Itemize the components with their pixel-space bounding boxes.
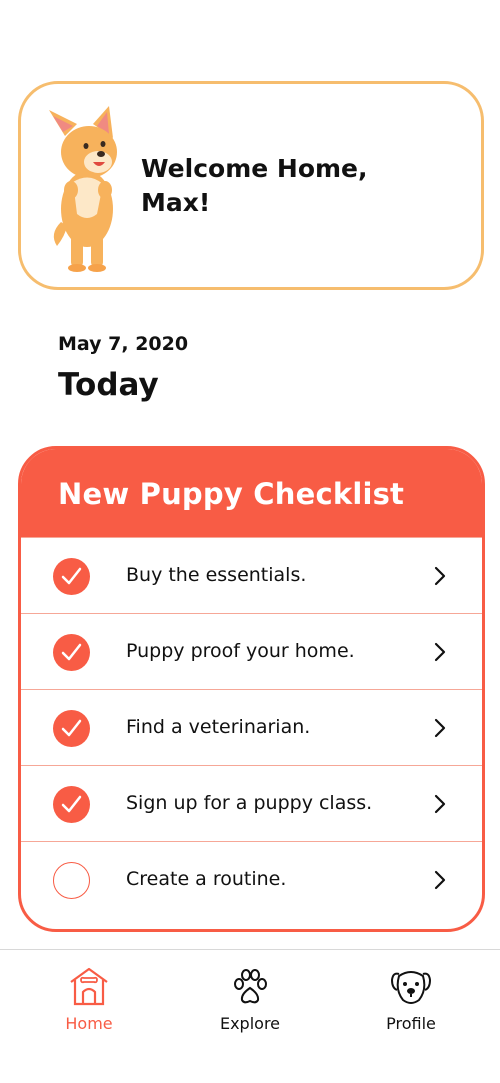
checklist-item[interactable]: Puppy proof your home. (21, 613, 482, 689)
checklist-card: New Puppy Checklist Buy the essentials. … (18, 446, 485, 932)
checklist-item[interactable]: Find a veterinarian. (21, 689, 482, 765)
checked-circle-icon[interactable] (53, 634, 90, 671)
welcome-message: Welcome Home, Max! (141, 154, 368, 217)
chevron-right-icon (434, 794, 446, 814)
doghouse-icon (70, 967, 108, 1006)
checklist-item-label: Sign up for a puppy class. (126, 792, 373, 814)
checklist-item-label: Buy the essentials. (126, 564, 307, 586)
chevron-right-icon (434, 566, 446, 586)
corgi-mascot-icon (49, 106, 117, 272)
checklist-item-label: Create a routine. (126, 868, 287, 890)
section-title: Today (58, 367, 159, 403)
checked-circle-icon[interactable] (53, 710, 90, 747)
nav-home[interactable]: Home (34, 966, 144, 1033)
nav-profile[interactable]: Profile (356, 966, 466, 1033)
checklist-title: New Puppy Checklist (21, 449, 482, 537)
welcome-card: Welcome Home, Max! (18, 81, 484, 290)
checklist-item[interactable]: Buy the essentials. (21, 537, 482, 613)
chevron-right-icon (434, 870, 446, 890)
current-date: May 7, 2020 (58, 333, 189, 355)
nav-profile-label: Profile (386, 1014, 436, 1033)
dog-face-icon (390, 971, 432, 1004)
checklist-item[interactable]: Create a routine. (21, 841, 482, 917)
checked-circle-icon[interactable] (53, 786, 90, 823)
chevron-right-icon (434, 642, 446, 662)
checklist-item[interactable]: Sign up for a puppy class. (21, 765, 482, 841)
chevron-right-icon (434, 718, 446, 738)
nav-explore[interactable]: Explore (195, 966, 305, 1033)
paw-icon (234, 969, 267, 1004)
checklist-item-label: Puppy proof your home. (126, 640, 355, 662)
checklist-item-label: Find a veterinarian. (126, 716, 311, 738)
checked-circle-icon[interactable] (53, 558, 90, 595)
bottom-navigation: Home Explore Profile (0, 949, 500, 1083)
unchecked-circle-icon[interactable] (53, 862, 90, 899)
nav-home-label: Home (65, 1014, 113, 1033)
nav-explore-label: Explore (219, 1014, 281, 1033)
